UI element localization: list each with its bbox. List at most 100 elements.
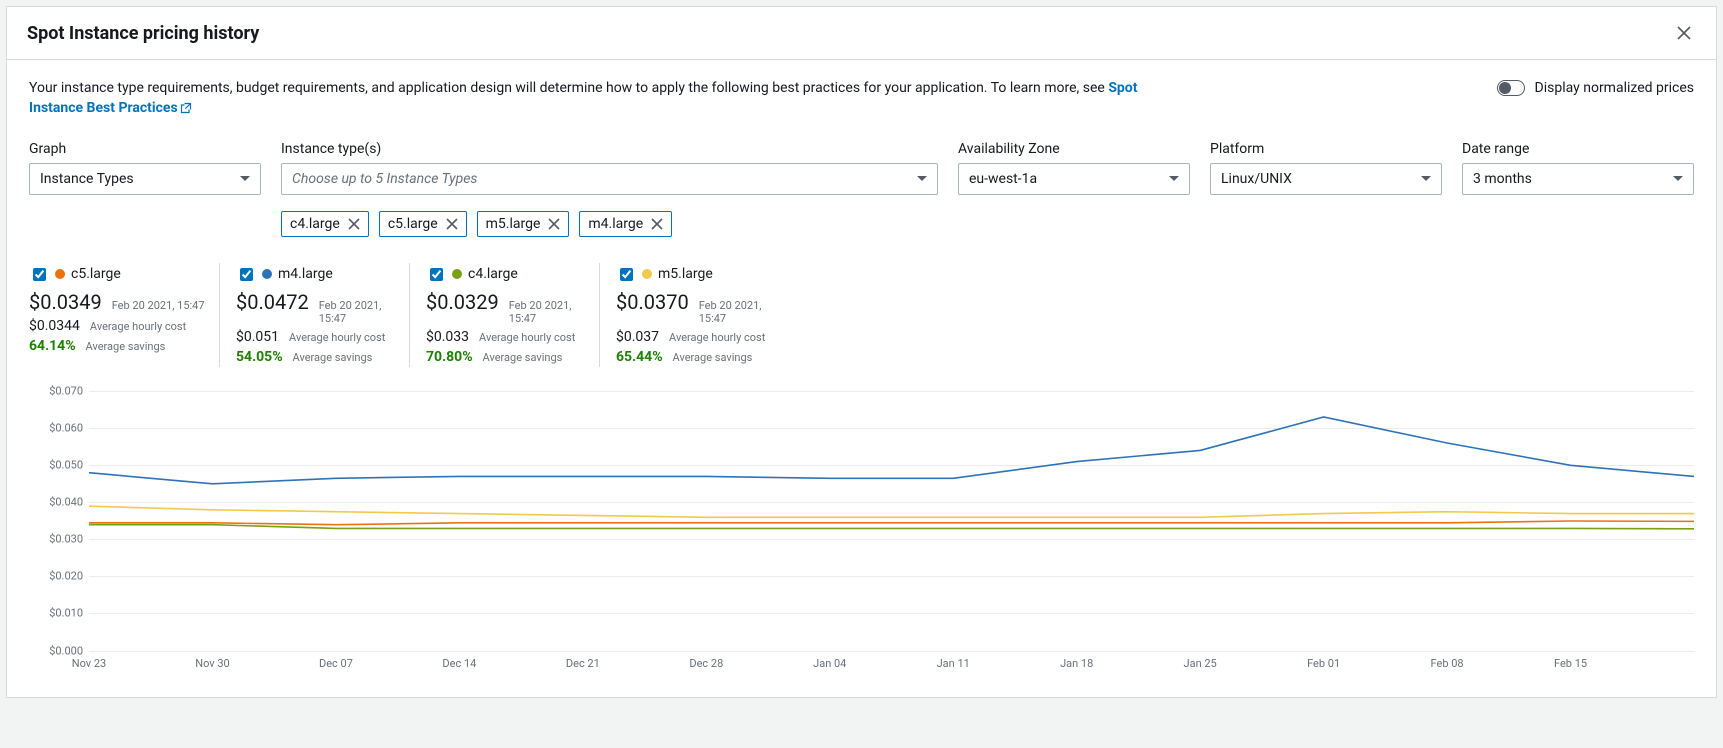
avg-savings: 70.80% xyxy=(426,349,473,365)
avg-cost-label: Average hourly cost xyxy=(669,331,765,344)
intro-text: Your instance type requirements, budget … xyxy=(29,78,1149,119)
avg-cost-label: Average hourly cost xyxy=(90,320,186,333)
x-tick-label: Feb 08 xyxy=(1431,657,1464,670)
avg-savings: 65.44% xyxy=(616,349,663,365)
graph-select[interactable]: Instance Types xyxy=(29,163,261,195)
normalized-prices-toggle[interactable] xyxy=(1497,80,1525,96)
series-color-dot xyxy=(452,269,462,279)
x-tick-label: Jan 18 xyxy=(1060,657,1093,670)
summary-cards: c5.large $0.0349 Feb 20 2021, 15:47 $0.03… xyxy=(29,263,1694,367)
series-color-dot xyxy=(642,269,652,279)
y-tick-label: $0.050 xyxy=(49,458,83,471)
panel-body: Your instance type requirements, budget … xyxy=(7,60,1716,697)
close-icon[interactable] xyxy=(1672,21,1696,45)
plot-area xyxy=(89,391,1694,651)
y-tick-label: $0.060 xyxy=(49,421,83,434)
x-tick-label: Feb 15 xyxy=(1554,657,1587,670)
y-tick-label: $0.020 xyxy=(49,570,83,583)
panel-header: Spot Instance pricing history xyxy=(7,7,1716,60)
avg-cost-label: Average hourly cost xyxy=(479,331,575,344)
instance-types-placeholder: Choose up to 5 Instance Types xyxy=(292,171,477,187)
series-name: m4.large xyxy=(278,266,333,282)
chip-remove-icon[interactable] xyxy=(348,218,360,230)
chip-label: m5.large xyxy=(486,216,541,232)
intro-prefix: Your instance type requirements, budget … xyxy=(29,80,1108,96)
az-select[interactable]: eu-west-1a xyxy=(958,163,1190,195)
graph-select-value: Instance Types xyxy=(40,171,134,187)
az-select-value: eu-west-1a xyxy=(969,171,1037,187)
series-checkbox[interactable] xyxy=(240,268,253,281)
x-tick-label: Nov 30 xyxy=(195,657,229,670)
x-tick-label: Jan 25 xyxy=(1184,657,1217,670)
y-tick-label: $0.000 xyxy=(49,644,83,657)
series-line xyxy=(89,521,1694,525)
series-checkbox[interactable] xyxy=(430,268,443,281)
chip-remove-icon[interactable] xyxy=(446,218,458,230)
avg-savings-label: Average savings xyxy=(483,351,563,364)
filter-az: Availability Zone eu-west-1a xyxy=(958,141,1190,237)
avg-savings: 64.14% xyxy=(29,338,76,354)
filter-date-range-label: Date range xyxy=(1462,141,1694,157)
filter-graph-label: Graph xyxy=(29,141,261,157)
timestamp: Feb 20 2021, 15:47 xyxy=(319,299,399,325)
x-tick-label: Dec 14 xyxy=(442,657,476,670)
filters-row: Graph Instance Types Instance type(s) Ch… xyxy=(29,141,1694,237)
series-color-dot xyxy=(55,269,65,279)
date-range-select[interactable]: 3 months xyxy=(1462,163,1694,195)
toggle-label: Display normalized prices xyxy=(1535,80,1694,96)
series-checkbox[interactable] xyxy=(33,268,46,281)
avg-price: $0.037 xyxy=(616,329,659,345)
filter-platform-label: Platform xyxy=(1210,141,1442,157)
grid-line xyxy=(89,651,1694,652)
instance-type-chips: c4.large c5.large m5.large m4.large xyxy=(281,211,938,237)
chip-remove-icon[interactable] xyxy=(651,218,663,230)
series-line xyxy=(89,506,1694,517)
chip-remove-icon[interactable] xyxy=(548,218,560,230)
normalized-toggle-wrap: Display normalized prices xyxy=(1497,78,1694,96)
x-tick-label: Nov 23 xyxy=(72,657,106,670)
chip-label: m4.large xyxy=(588,216,643,232)
series-line xyxy=(89,417,1694,484)
summary-card: m5.large $0.0370 Feb 20 2021, 15:47 $0.03… xyxy=(599,263,779,367)
timestamp: Feb 20 2021, 15:47 xyxy=(509,299,589,325)
y-axis: $0.000$0.010$0.020$0.030$0.040$0.050$0.0… xyxy=(29,391,89,651)
x-tick-label: Jan 11 xyxy=(937,657,970,670)
platform-select[interactable]: Linux/UNIX xyxy=(1210,163,1442,195)
x-tick-label: Dec 21 xyxy=(566,657,600,670)
y-tick-label: $0.030 xyxy=(49,533,83,546)
current-price: $0.0349 xyxy=(29,290,102,314)
chip-label: c4.large xyxy=(290,216,340,232)
instance-type-chip: c4.large xyxy=(281,211,369,237)
filter-az-label: Availability Zone xyxy=(958,141,1190,157)
series-name: c4.large xyxy=(468,266,518,282)
y-tick-label: $0.040 xyxy=(49,496,83,509)
platform-select-value: Linux/UNIX xyxy=(1221,171,1292,187)
current-price: $0.0370 xyxy=(616,290,689,314)
current-price: $0.0329 xyxy=(426,290,499,314)
timestamp: Feb 20 2021, 15:47 xyxy=(699,299,779,325)
chevron-down-icon xyxy=(240,176,250,181)
x-axis: Nov 23Nov 30Dec 07Dec 14Dec 21Dec 28Jan … xyxy=(89,657,1694,677)
instance-type-chip: c5.large xyxy=(379,211,467,237)
chart: $0.000$0.010$0.020$0.030$0.040$0.050$0.0… xyxy=(29,391,1694,651)
avg-savings-label: Average savings xyxy=(293,351,373,364)
filter-graph: Graph Instance Types xyxy=(29,141,261,237)
series-name: c5.large xyxy=(71,266,121,282)
series-name: m5.large xyxy=(658,266,713,282)
avg-price: $0.0344 xyxy=(29,318,80,334)
avg-cost-label: Average hourly cost xyxy=(289,331,385,344)
avg-price: $0.033 xyxy=(426,329,469,345)
chevron-down-icon xyxy=(1169,176,1179,181)
instance-type-chip: m5.large xyxy=(477,211,570,237)
series-checkbox[interactable] xyxy=(620,268,633,281)
filter-platform: Platform Linux/UNIX xyxy=(1210,141,1442,237)
filter-instance-types: Instance type(s) Choose up to 5 Instance… xyxy=(281,141,938,237)
chevron-down-icon xyxy=(1421,176,1431,181)
series-color-dot xyxy=(262,269,272,279)
current-price: $0.0472 xyxy=(236,290,309,314)
timestamp: Feb 20 2021, 15:47 xyxy=(112,299,205,312)
instance-types-select[interactable]: Choose up to 5 Instance Types xyxy=(281,163,938,195)
chevron-down-icon xyxy=(1673,176,1683,181)
avg-price: $0.051 xyxy=(236,329,279,345)
page-title: Spot Instance pricing history xyxy=(27,23,259,44)
